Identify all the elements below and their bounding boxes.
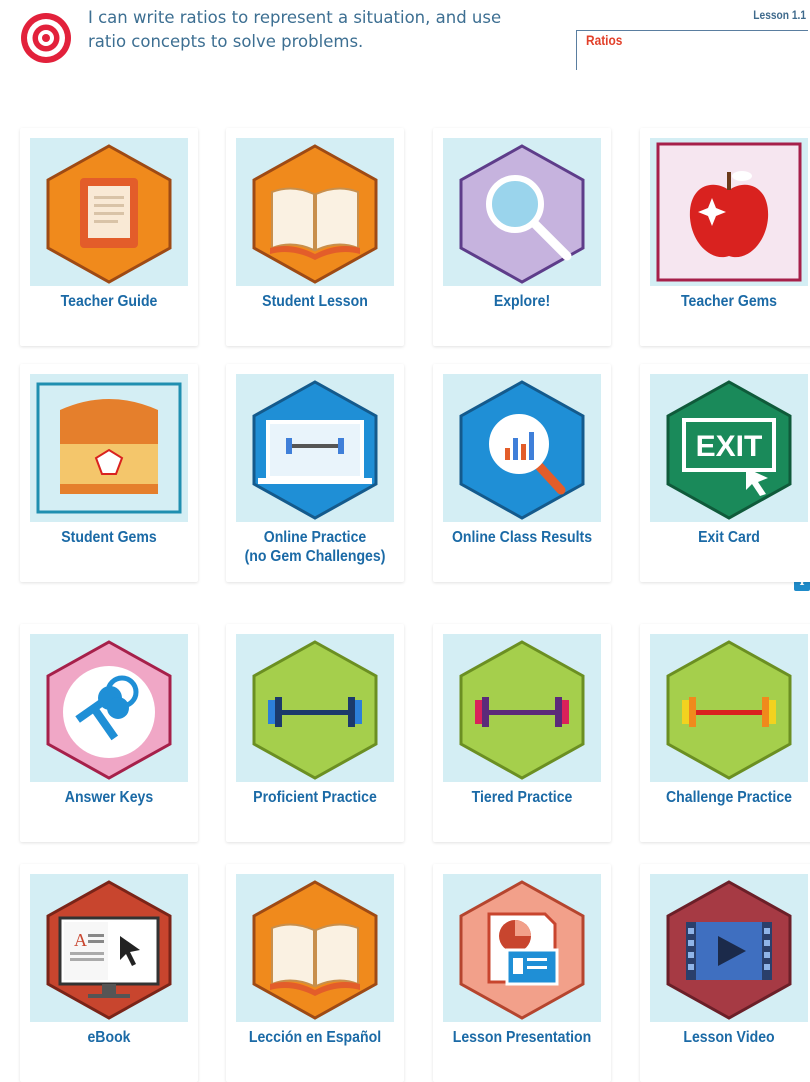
lesson-video-art — [650, 874, 808, 1022]
exit-card-tile[interactable]: EXIT Exit Card — [640, 364, 810, 582]
tile-label: Proficient Practice — [253, 789, 377, 806]
tile-label: Online Practice (no Gem Challenges) — [244, 529, 386, 565]
divider — [576, 30, 577, 70]
learning-goal: I can write ratios to represent a situat… — [88, 8, 502, 51]
exit-card-art: EXIT — [650, 374, 808, 522]
tile-label: Explore! — [493, 293, 551, 310]
online-class-results-art — [443, 374, 601, 522]
answer-keys-tile[interactable]: Answer Keys — [20, 624, 198, 842]
tile-label: Challenge Practice — [665, 789, 792, 806]
student-lesson-tile[interactable]: Student Lesson — [226, 128, 404, 346]
explore-tile[interactable]: Explore! — [433, 128, 611, 346]
online-practice-art — [236, 374, 394, 522]
tile-label: Exit Card — [698, 529, 760, 546]
tile-label: Online Class Results — [451, 529, 593, 546]
lesson-video-tile[interactable]: Lesson Video — [640, 864, 810, 1082]
answer-keys-art — [30, 634, 188, 782]
ebook-tile[interactable]: A eBook — [20, 864, 198, 1082]
student-gems-tile[interactable]: Student Gems — [20, 364, 198, 582]
lesson-header: Lesson 1.1 Ratios — [576, 2, 808, 72]
target-icon — [21, 13, 71, 63]
tile-label: Answer Keys — [64, 789, 154, 806]
challenge-practice-tile[interactable]: Challenge Practice — [640, 624, 810, 842]
lesson-title: Ratios — [586, 32, 623, 48]
ebook-art: A — [30, 874, 188, 1022]
online-class-results-tile[interactable]: Online Class Results — [433, 364, 611, 582]
tile-label: Student Lesson — [262, 293, 368, 310]
tile-label: Teacher Guide — [60, 293, 158, 310]
tile-label: eBook — [87, 1029, 131, 1046]
tile-label: Lesson Presentation — [452, 1029, 592, 1046]
proficient-practice-art — [236, 634, 394, 782]
teacher-guide-tile[interactable]: Teacher Guide — [20, 128, 198, 346]
lesson-presentation-art — [443, 874, 601, 1022]
lesson-presentation-tile[interactable]: Lesson Presentation — [433, 864, 611, 1082]
student-gems-art — [30, 374, 188, 522]
tiered-practice-art — [443, 634, 601, 782]
tile-label: Student Gems — [61, 529, 157, 546]
tile-label: Tiered Practice — [471, 789, 573, 806]
teacher-gems-tile[interactable]: Teacher Gems — [640, 128, 810, 346]
tiered-practice-tile[interactable]: Tiered Practice — [433, 624, 611, 842]
teacher-gems-art — [650, 138, 808, 286]
lesson-number: Lesson 1.1 — [753, 8, 806, 22]
tile-label: Lesson Video — [683, 1029, 775, 1046]
challenge-practice-art — [650, 634, 808, 782]
svg-text:A: A — [74, 930, 87, 950]
proficient-practice-tile[interactable]: Proficient Practice — [226, 624, 404, 842]
tile-label: Lección en Español — [248, 1029, 382, 1046]
svg-text:EXIT: EXIT — [696, 430, 763, 463]
teacher-guide-art — [30, 138, 188, 286]
divider — [576, 30, 808, 31]
online-practice-tile[interactable]: Online Practice (no Gem Challenges) — [226, 364, 404, 582]
explore-art — [443, 138, 601, 286]
tile-label: Teacher Gems — [680, 293, 778, 310]
leccion-espanol-tile[interactable]: Lección en Español — [226, 864, 404, 1082]
student-lesson-art — [236, 138, 394, 286]
leccion-espanol-art — [236, 874, 394, 1022]
